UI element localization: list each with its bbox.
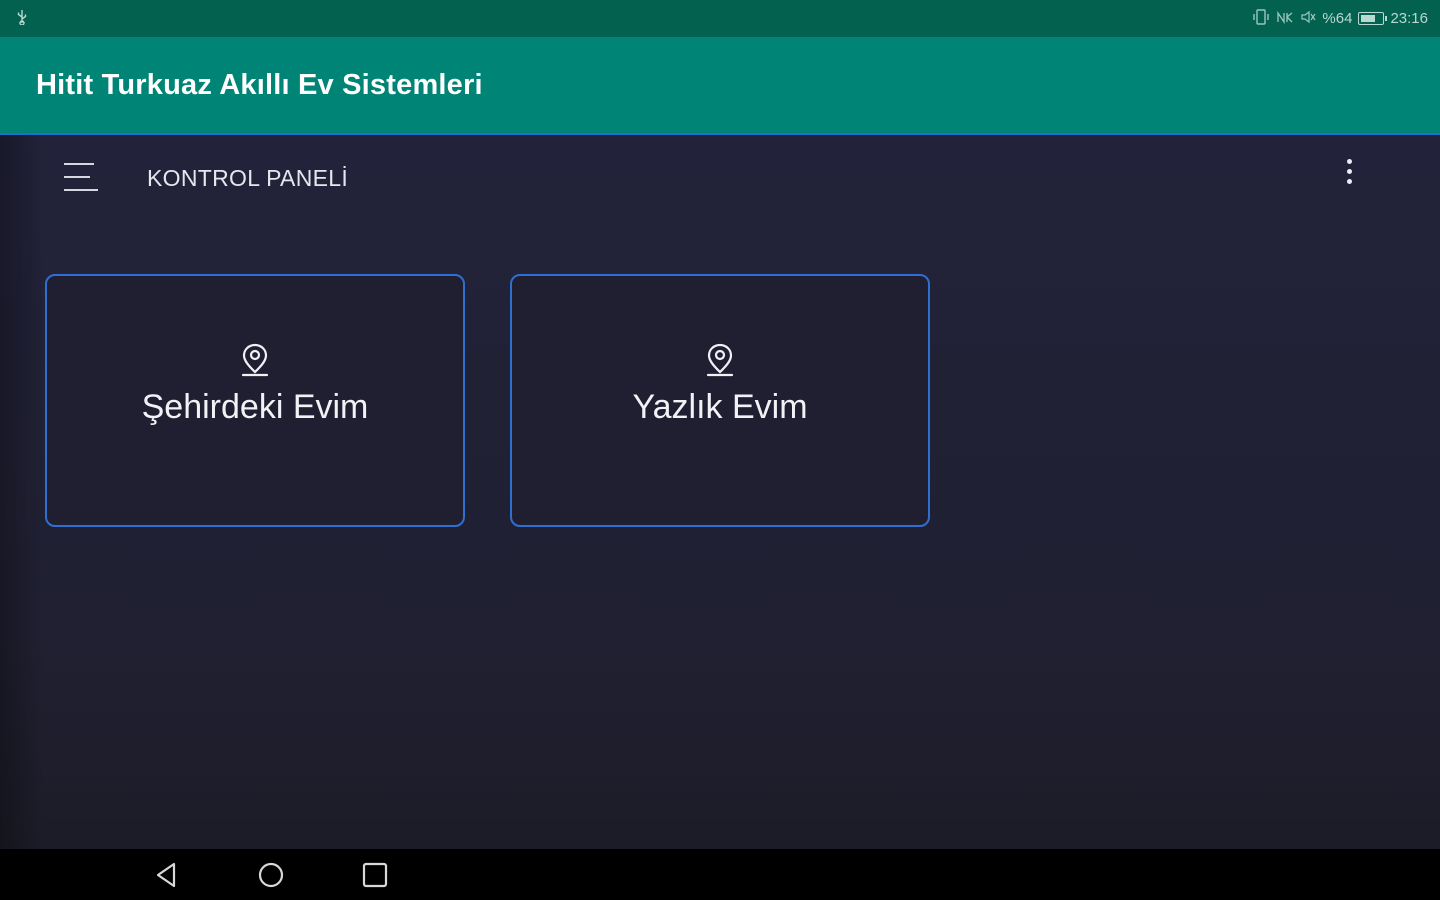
more-vertical-icon[interactable] bbox=[1340, 157, 1360, 189]
usb-icon bbox=[16, 9, 28, 29]
home-card-sehirdeki-evim[interactable]: Şehirdeki Evim bbox=[45, 274, 465, 527]
location-pin-icon bbox=[703, 342, 737, 378]
app-title: Hitit Turkuaz Akıllı Ev Sistemleri bbox=[36, 68, 483, 101]
recent-apps-icon[interactable] bbox=[358, 859, 392, 891]
location-pin-icon bbox=[238, 342, 272, 378]
status-right: %64 23:16 bbox=[1252, 9, 1428, 28]
home-card-label: Yazlık Evim bbox=[632, 388, 808, 426]
home-icon[interactable] bbox=[254, 859, 288, 891]
app-bar: Hitit Turkuaz Akıllı Ev Sistemleri bbox=[0, 37, 1440, 135]
panel-title: KONTROL PANELİ bbox=[147, 165, 349, 191]
hamburger-menu-icon[interactable] bbox=[64, 163, 100, 193]
status-bar: %64 23:16 bbox=[0, 0, 1440, 37]
battery-percent: %64 bbox=[1322, 10, 1353, 27]
main-content: KONTROL PANELİ Şehirdeki Evim Yazlık Evi… bbox=[0, 135, 1440, 849]
battery-icon bbox=[1358, 12, 1388, 25]
home-card-yazlik-evim[interactable]: Yazlık Evim bbox=[510, 274, 930, 527]
mute-icon bbox=[1300, 10, 1316, 27]
home-card-label: Şehirdeki Evim bbox=[141, 388, 369, 426]
toolbar: KONTROL PANELİ bbox=[0, 135, 1440, 225]
vibrate-icon bbox=[1252, 9, 1270, 28]
navigation-bar bbox=[0, 849, 1440, 900]
status-left bbox=[16, 9, 28, 29]
status-time: 23:16 bbox=[1390, 10, 1428, 27]
back-icon[interactable] bbox=[150, 859, 184, 891]
nfc-icon bbox=[1276, 10, 1294, 27]
